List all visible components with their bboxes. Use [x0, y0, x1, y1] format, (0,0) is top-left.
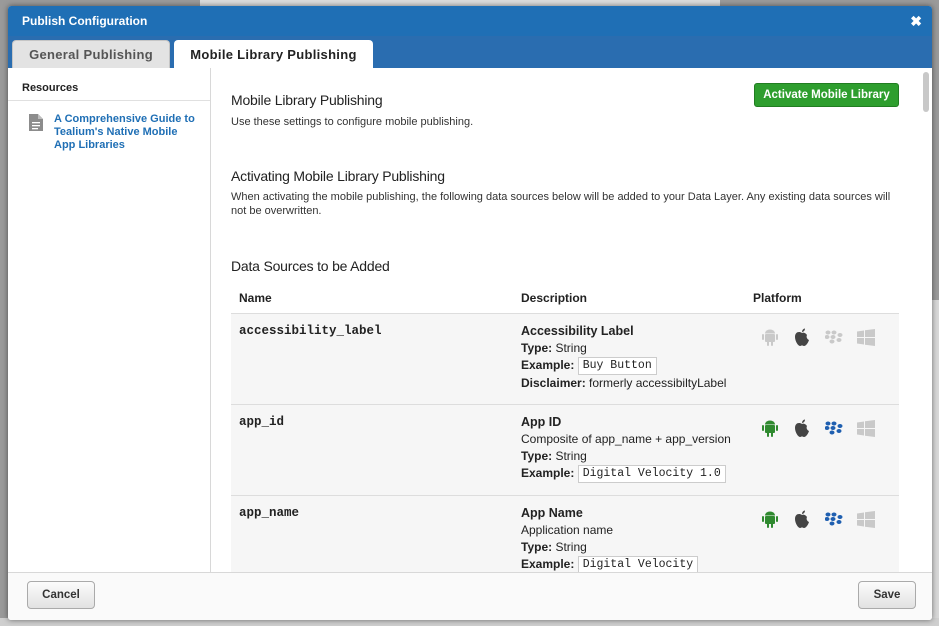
example-label: Example:: [521, 557, 575, 572]
disclaimer-value: formerly accessibiltyLabel: [589, 376, 727, 390]
dialog-body: Resources A Comprehensive Guide to Teali…: [8, 68, 932, 572]
close-icon[interactable]: ✖: [910, 13, 922, 29]
tab-bar: General Publishing Mobile Library Publis…: [8, 36, 932, 68]
disclaimer-line: Disclaimer: formerly accessibiltyLabel: [521, 375, 753, 392]
example-line: Example: Digital Velocity 1.0: [521, 465, 753, 483]
cancel-button[interactable]: Cancel: [27, 581, 95, 609]
dialog-title: Publish Configuration: [22, 14, 148, 28]
platform-icons: [753, 405, 899, 495]
section-heading-mobile-library: Mobile Library Publishing: [231, 92, 383, 108]
example-value: Digital Velocity 1.0: [577, 465, 726, 483]
platform-icons: [753, 314, 899, 404]
blackberry-icon: [823, 417, 845, 439]
platform-icons: [753, 496, 899, 572]
table-row: app_name App Name Application name Type:…: [231, 496, 899, 572]
android-icon: [759, 326, 781, 348]
example-value: Digital Velocity: [577, 556, 699, 572]
section-heading-activating: Activating Mobile Library Publishing: [231, 168, 445, 184]
example-value: Buy Button: [577, 357, 657, 375]
column-header-platform: Platform: [753, 290, 802, 305]
android-icon: [759, 417, 781, 439]
data-sources-table: Name Description Platform accessibility_…: [231, 282, 899, 572]
type-line: Type: String: [521, 539, 753, 556]
type-label: Type:: [521, 449, 553, 463]
windows-icon: [855, 508, 877, 530]
type-line: Type: String: [521, 448, 753, 465]
resource-item[interactable]: A Comprehensive Guide to Tealium's Nativ…: [8, 101, 210, 152]
example-line: Example: Buy Button: [521, 357, 753, 375]
android-icon: [759, 508, 781, 530]
main-panel[interactable]: Mobile Library Publishing Use these sett…: [211, 68, 932, 572]
resources-sidebar: Resources A Comprehensive Guide to Teali…: [8, 68, 211, 572]
example-label: Example:: [521, 358, 575, 373]
type-label: Type:: [521, 540, 553, 554]
activate-mobile-library-button[interactable]: Activate Mobile Library: [754, 83, 899, 107]
type-label: Type:: [521, 341, 553, 355]
document-icon: [29, 114, 43, 131]
data-source-name: accessibility_label: [239, 324, 382, 338]
section-heading-data-sources: Data Sources to be Added: [231, 258, 390, 274]
type-line: Type: String: [521, 340, 753, 357]
section-intro: Use these settings to configure mobile p…: [231, 116, 474, 128]
windows-icon: [855, 326, 877, 348]
tab-mobile-library-publishing[interactable]: Mobile Library Publishing: [174, 40, 373, 68]
type-value: String: [555, 449, 587, 463]
dialog-titlebar: Publish Configuration ✖: [8, 6, 932, 36]
data-source-description: App Name Application name Type: String E…: [513, 496, 753, 572]
table-row: accessibility_label Accessibility Label …: [231, 314, 899, 405]
column-header-description: Description: [521, 290, 588, 305]
vertical-scrollbar[interactable]: [923, 72, 929, 112]
data-source-title: App Name: [521, 506, 583, 520]
data-source-description: Accessibility Label Type: String Example…: [513, 314, 753, 404]
resource-link-mobile-guide[interactable]: A Comprehensive Guide to Tealium's Nativ…: [54, 113, 200, 152]
table-row: app_id App ID Composite of app_name + ap…: [231, 405, 899, 496]
activating-description: When activating the mobile publishing, t…: [231, 191, 891, 217]
data-source-description: App ID Composite of app_name + app_versi…: [513, 405, 753, 495]
type-value: String: [555, 540, 587, 554]
data-source-title: App ID: [521, 415, 562, 429]
dialog-footer: Cancel Save: [8, 572, 932, 620]
column-header-name: Name: [239, 290, 272, 305]
windows-icon: [855, 417, 877, 439]
data-source-summary: Composite of app_name + app_version: [521, 432, 731, 446]
apple-icon: [791, 417, 813, 439]
tab-general-publishing[interactable]: General Publishing: [12, 40, 170, 68]
table-header: Name Description Platform: [231, 282, 899, 314]
example-label: Example:: [521, 466, 575, 481]
data-source-name: app_id: [239, 415, 285, 429]
data-source-name: app_name: [239, 506, 300, 520]
data-source-title: Accessibility Label: [521, 324, 634, 338]
data-source-summary: Application name: [521, 523, 614, 537]
resources-title: Resources: [8, 68, 210, 101]
apple-icon: [791, 508, 813, 530]
blackberry-icon: [823, 326, 845, 348]
publish-configuration-dialog: Publish Configuration ✖ General Publishi…: [8, 6, 932, 620]
type-value: String: [555, 341, 587, 355]
blackberry-icon: [823, 508, 845, 530]
apple-icon: [791, 326, 813, 348]
example-line: Example: Digital Velocity: [521, 556, 753, 572]
save-button[interactable]: Save: [858, 581, 916, 609]
disclaimer-label: Disclaimer:: [521, 376, 586, 390]
